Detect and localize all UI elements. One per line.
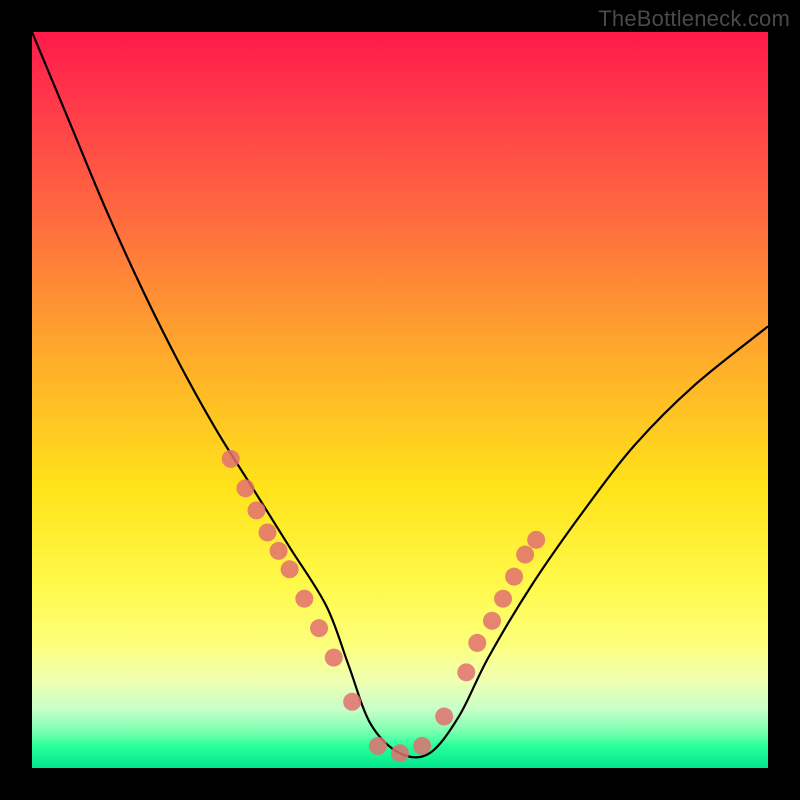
data-point (325, 649, 343, 667)
bottleneck-curve (32, 32, 768, 768)
data-point (281, 560, 299, 578)
data-point (483, 612, 501, 630)
data-point (259, 523, 277, 541)
plot-area (32, 32, 768, 768)
chart-frame: TheBottleneck.com (0, 0, 800, 800)
watermark-text: TheBottleneck.com (598, 6, 790, 32)
data-point (270, 542, 288, 560)
data-point (505, 568, 523, 586)
data-point (247, 501, 265, 519)
curve-path (32, 32, 768, 757)
data-point (310, 619, 328, 637)
data-point (435, 707, 453, 725)
data-point (222, 450, 240, 468)
data-point (391, 744, 409, 762)
data-point (516, 546, 534, 564)
data-point (343, 693, 361, 711)
data-point (468, 634, 486, 652)
data-point (527, 531, 545, 549)
data-point (494, 590, 512, 608)
data-point (457, 663, 475, 681)
data-point (295, 590, 313, 608)
data-point (413, 737, 431, 755)
data-point (369, 737, 387, 755)
data-point (236, 479, 254, 497)
